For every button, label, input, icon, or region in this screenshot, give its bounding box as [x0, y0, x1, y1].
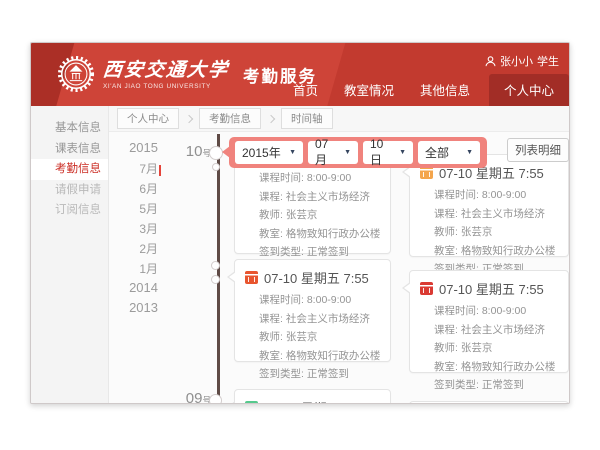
attendance-card[interactable]: 07-10 星期五 7:55 课程时间: 8:00-9:00 课程: 社会主义市… — [409, 154, 569, 257]
year-dropdown[interactable]: 2015年 ▼ — [235, 141, 303, 164]
status-icon — [245, 401, 258, 404]
chevron-down-icon: ▼ — [399, 149, 406, 156]
axis-month-7[interactable]: 7月 — [109, 160, 158, 180]
chevron-right-icon — [185, 114, 193, 122]
card-title: 07-10 星期五 7:55 — [264, 268, 369, 287]
list-detail-button[interactable]: 列表明细 — [507, 138, 569, 162]
axis-month-3[interactable]: 3月 — [109, 220, 158, 240]
status-icon — [420, 282, 433, 295]
page: 西安交通大学 XI'AN JIAO TONG UNIVERSITY 考勤服务 张… — [0, 0, 600, 450]
chevron-down-icon: ▼ — [289, 149, 296, 156]
timeline-node[interactable] — [211, 261, 220, 270]
nav-classrooms[interactable]: 教室情况 — [331, 75, 407, 106]
day-label-10: 10号 — [171, 143, 211, 161]
day-label-09: 09号 — [171, 390, 211, 404]
nav-home[interactable]: 首页 — [280, 75, 331, 106]
scope-dropdown[interactable]: 全部 ▼ — [418, 141, 480, 164]
attendance-card[interactable]: 07-09 星期四 7:55 — [234, 389, 391, 404]
chevron-down-icon: ▼ — [344, 149, 351, 156]
nav-personal-center[interactable]: 个人中心 — [489, 74, 569, 106]
card-title: 07-10 星期五 7:55 — [439, 279, 544, 298]
attendance-card[interactable]: 07-10 星期五 7:55 课程时间: 8:00-9:00 课程: 社会主义市… — [234, 259, 391, 362]
timeline-node[interactable] — [211, 275, 220, 284]
app-header: 西安交通大学 XI'AN JIAO TONG UNIVERSITY 考勤服务 张… — [31, 43, 569, 106]
main-content: 个人中心 考勤信息 时间轴 2015 7月 6月 5月 3月 2月 1月 201… — [109, 106, 569, 403]
timeline-node[interactable] — [212, 163, 220, 171]
user-name: 张小小 — [500, 53, 533, 69]
sidebar-item-leave-request[interactable]: 请假申请 — [31, 180, 108, 201]
sidebar-item-attendance-info[interactable]: 考勤信息 — [31, 159, 108, 180]
breadcrumb-personal-center[interactable]: 个人中心 — [117, 108, 179, 129]
axis-month-5[interactable]: 5月 — [109, 200, 158, 220]
attendance-card[interactable]: 07-10 星期五 7:55 课程时间: 8:00-9:00 课程: 社会主义市… — [409, 270, 569, 373]
university-logo-icon — [57, 55, 95, 93]
breadcrumb-timeline[interactable]: 时间轴 — [281, 108, 333, 129]
axis-month-6[interactable]: 6月 — [109, 180, 158, 200]
date-filter-bar: 2015年 ▼ 07月 ▼ 10日 ▼ 全部 ▼ — [229, 137, 487, 168]
user-role: 学生 — [537, 53, 559, 69]
logo-text: 西安交通大学 XI'AN JIAO TONG UNIVERSITY — [103, 59, 229, 90]
timeline-axis: 2015 7月 6月 5月 3月 2月 1月 2014 2013 — [109, 140, 158, 320]
card-title: 07-09 星期四 7:55 — [264, 398, 369, 404]
university-logo: 西安交通大学 XI'AN JIAO TONG UNIVERSITY 考勤服务 — [57, 55, 317, 93]
breadcrumb-attendance-info[interactable]: 考勤信息 — [199, 108, 261, 129]
main-nav: 首页 教室情况 其他信息 个人中心 — [280, 74, 569, 106]
selected-month-marker — [159, 165, 161, 176]
axis-year-2015[interactable]: 2015 — [109, 140, 158, 160]
axis-year-2014[interactable]: 2014 — [109, 280, 158, 300]
axis-month-1[interactable]: 1月 — [109, 260, 158, 280]
sidebar-item-subscription-info[interactable]: 订阅信息 — [31, 200, 108, 221]
attendance-card-partial[interactable] — [409, 401, 569, 404]
status-icon — [245, 271, 258, 284]
university-name-en: XI'AN JIAO TONG UNIVERSITY — [103, 83, 229, 90]
day-dropdown[interactable]: 10日 ▼ — [363, 141, 413, 164]
chevron-right-icon — [267, 114, 275, 122]
sidebar-item-schedule-info[interactable]: 课表信息 — [31, 139, 108, 160]
university-name-cn: 西安交通大学 — [102, 59, 230, 81]
chevron-down-icon: ▼ — [466, 149, 473, 156]
body-area: 基本信息 课表信息 考勤信息 请假申请 订阅信息 个人中心 考勤信息 时间轴 2… — [31, 106, 569, 403]
attendance-card[interactable]: 课程时间: 8:00-9:00 课程: 社会主义市场经济 教师: 张芸京 教室:… — [234, 153, 391, 254]
nav-other-info[interactable]: 其他信息 — [407, 75, 483, 106]
person-icon — [485, 56, 496, 67]
month-dropdown[interactable]: 07月 ▼ — [308, 141, 358, 164]
timeline-node-current[interactable] — [209, 146, 223, 160]
user-info[interactable]: 张小小 学生 — [485, 53, 559, 69]
axis-month-2[interactable]: 2月 — [109, 240, 158, 260]
sidebar: 基本信息 课表信息 考勤信息 请假申请 订阅信息 — [31, 106, 109, 403]
axis-year-2013[interactable]: 2013 — [109, 300, 158, 320]
breadcrumb: 个人中心 考勤信息 时间轴 — [109, 106, 569, 132]
timeline-node[interactable] — [209, 394, 222, 404]
sidebar-item-basic-info[interactable]: 基本信息 — [31, 118, 108, 139]
app-window: 西安交通大学 XI'AN JIAO TONG UNIVERSITY 考勤服务 张… — [30, 42, 570, 404]
